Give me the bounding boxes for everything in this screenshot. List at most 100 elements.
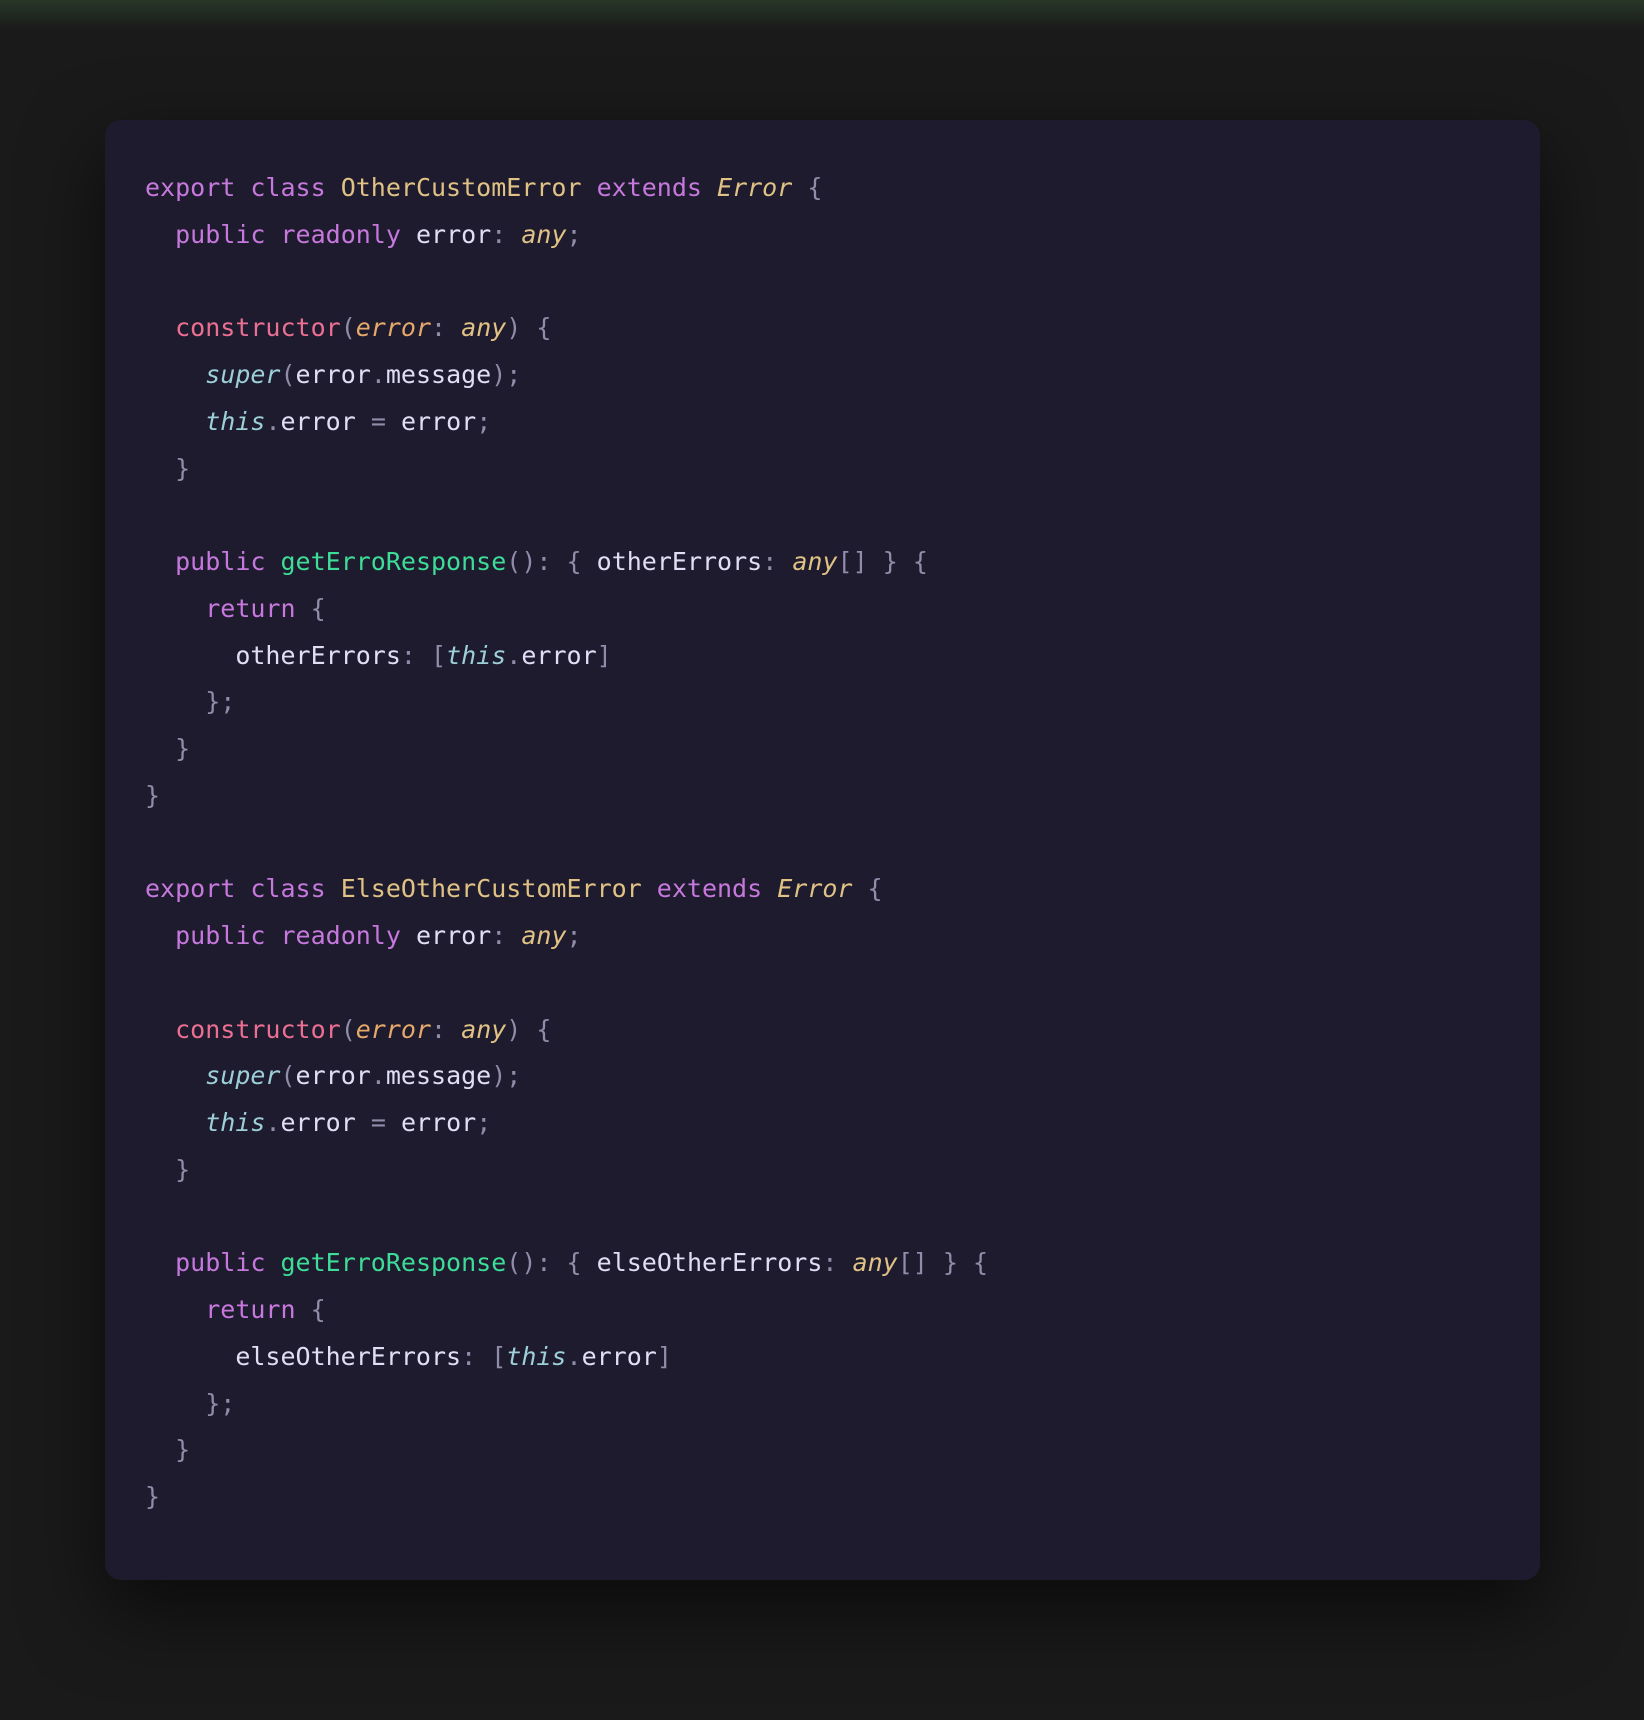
- paren-open: (: [341, 1015, 356, 1044]
- keyword-public: public: [175, 547, 265, 576]
- brace-open: {: [311, 1295, 326, 1324]
- keyword-super: super: [205, 360, 280, 389]
- ctor-param: error: [356, 1015, 431, 1044]
- paren-close: ): [506, 1015, 521, 1044]
- dot: .: [265, 1108, 280, 1137]
- paren-close: ): [521, 547, 536, 576]
- brace-open: {: [567, 1248, 582, 1277]
- paren-open: (: [280, 1061, 295, 1090]
- field-name: error: [416, 220, 491, 249]
- prop-error: error: [281, 407, 356, 436]
- type-any: any: [461, 1015, 506, 1044]
- colon: :: [536, 547, 551, 576]
- semi: ;: [506, 360, 521, 389]
- colon: :: [431, 313, 446, 342]
- bracket-close: ]: [913, 1248, 928, 1277]
- brace-open: {: [913, 547, 928, 576]
- keyword-class: class: [250, 874, 325, 903]
- class-name-1: OtherCustomError: [341, 173, 582, 202]
- semi: ;: [567, 220, 582, 249]
- prop-message: message: [386, 1061, 491, 1090]
- method-name-2: getErroResponse: [280, 1248, 506, 1277]
- semi: ;: [476, 407, 491, 436]
- paren-open: (: [506, 547, 521, 576]
- brace-close: }: [883, 547, 898, 576]
- brace-close: }: [175, 1155, 190, 1184]
- bracket-open: [: [431, 641, 446, 670]
- type-any: any: [461, 313, 506, 342]
- brace-open: {: [311, 594, 326, 623]
- brace-open: {: [868, 874, 883, 903]
- brace-close: }: [175, 734, 190, 763]
- colon: :: [762, 547, 777, 576]
- brace-close: }: [145, 781, 160, 810]
- return-key-1: otherErrors: [597, 547, 763, 576]
- colon: :: [461, 1342, 476, 1371]
- decorative-gradient: [0, 0, 1644, 30]
- type-error: Error: [717, 173, 792, 202]
- type-any: any: [521, 921, 566, 950]
- bracket-open: [: [491, 1342, 506, 1371]
- dot: .: [371, 1061, 386, 1090]
- brace-open: {: [536, 313, 551, 342]
- class-name-2: ElseOtherCustomError: [341, 874, 642, 903]
- brace-close: }: [175, 454, 190, 483]
- paren-close: ): [521, 1248, 536, 1277]
- keyword-public: public: [175, 921, 265, 950]
- dot: .: [371, 360, 386, 389]
- colon: :: [822, 1248, 837, 1277]
- type-any: any: [792, 547, 837, 576]
- paren-close: ): [491, 360, 506, 389]
- brace-open: {: [973, 1248, 988, 1277]
- type-any: any: [853, 1248, 898, 1277]
- keyword-public: public: [175, 220, 265, 249]
- colon: :: [401, 641, 416, 670]
- method-name-1: getErroResponse: [280, 547, 506, 576]
- keyword-readonly: readonly: [280, 921, 400, 950]
- colon: :: [431, 1015, 446, 1044]
- keyword-class: class: [250, 173, 325, 202]
- colon: :: [491, 220, 506, 249]
- brace-close: }: [175, 1435, 190, 1464]
- prop-error: error: [281, 1108, 356, 1137]
- keyword-this: this: [205, 1108, 265, 1137]
- brace-close: }: [205, 687, 220, 716]
- keyword-this: this: [506, 1342, 566, 1371]
- brace-open: {: [807, 173, 822, 202]
- keyword-this: this: [205, 407, 265, 436]
- type-error: Error: [777, 874, 852, 903]
- keyword-super: super: [205, 1061, 280, 1090]
- ident-error: error: [401, 1108, 476, 1137]
- bracket-close: ]: [657, 1342, 672, 1371]
- paren-open: (: [280, 360, 295, 389]
- bracket-open: [: [898, 1248, 913, 1277]
- equals: =: [371, 1108, 386, 1137]
- keyword-extends: extends: [657, 874, 762, 903]
- paren-open: (: [341, 313, 356, 342]
- colon: :: [536, 1248, 551, 1277]
- prop-error: error: [582, 1342, 657, 1371]
- semi: ;: [220, 687, 235, 716]
- keyword-constructor: constructor: [175, 1015, 341, 1044]
- semi: ;: [476, 1108, 491, 1137]
- keyword-readonly: readonly: [280, 220, 400, 249]
- code-snippet-card: export class OtherCustomError extends Er…: [105, 120, 1540, 1580]
- keyword-extends: extends: [597, 173, 702, 202]
- semi: ;: [220, 1389, 235, 1418]
- brace-open: {: [567, 547, 582, 576]
- paren-open: (: [506, 1248, 521, 1277]
- keyword-export: export: [145, 173, 235, 202]
- code-block[interactable]: export class OtherCustomError extends Er…: [145, 165, 1500, 1521]
- keyword-return: return: [205, 594, 295, 623]
- colon: :: [491, 921, 506, 950]
- semi: ;: [506, 1061, 521, 1090]
- keyword-constructor: constructor: [175, 313, 341, 342]
- brace-close: }: [145, 1482, 160, 1511]
- semi: ;: [567, 921, 582, 950]
- keyword-export: export: [145, 874, 235, 903]
- bracket-open: [: [838, 547, 853, 576]
- return-key-2: elseOtherErrors: [597, 1248, 823, 1277]
- dot: .: [265, 407, 280, 436]
- arg-error: error: [296, 1061, 371, 1090]
- equals: =: [371, 407, 386, 436]
